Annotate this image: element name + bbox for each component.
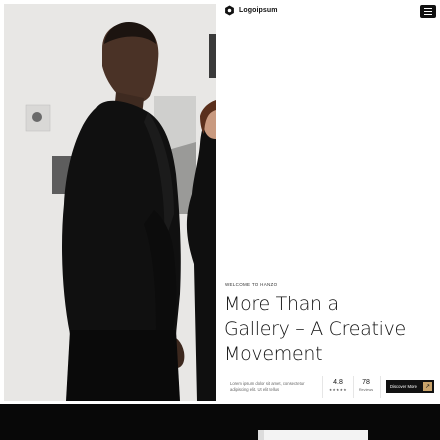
discover-more-label: Discover More [390, 384, 417, 389]
reviews-count: 78 [362, 379, 370, 386]
hero-eyebrow: WELCOME TO HANZO [225, 282, 278, 287]
hero-image [4, 4, 216, 401]
rating-block: 4.8 ★★★★★ [326, 379, 350, 392]
star-rating-icon: ★★★★★ [328, 388, 348, 392]
brand-logo[interactable]: Logoipsum [224, 5, 278, 16]
divider [353, 376, 354, 398]
discover-more-button[interactable]: Discover More ↗ [386, 380, 434, 393]
hero-description: Lorem ipsum dolor sit amet, consectetur … [230, 381, 305, 392]
headline-line-1: More Than a [224, 293, 339, 315]
section-teaser-image [258, 430, 368, 440]
hexagon-logo-icon [225, 5, 234, 16]
headline-line-2: Gallery – A Creative [224, 318, 406, 340]
rating-value: 4.8 [333, 379, 343, 386]
headline-line-3: Movement [224, 343, 323, 365]
reviews-block: 78 Reviews [356, 379, 376, 392]
hamburger-menu-button[interactable] [420, 5, 436, 18]
divider [380, 376, 381, 398]
hero-stats-row: Lorem ipsum dolor sit amet, consectetur … [216, 376, 440, 398]
hero-content-panel: Logoipsum WELCOME TO HANZO More Than a G… [216, 0, 440, 402]
hamburger-menu-icon [424, 8, 432, 9]
hero-headline: More Than a Gallery – A Creative Movemen… [224, 292, 436, 367]
reviews-label: Reviews [358, 388, 374, 392]
divider [322, 376, 323, 398]
next-section-dark-band [0, 404, 440, 440]
wall-art-4 [209, 34, 216, 78]
arrow-up-right-icon: ↗ [423, 382, 432, 391]
brand-name: Logoipsum [239, 7, 278, 14]
